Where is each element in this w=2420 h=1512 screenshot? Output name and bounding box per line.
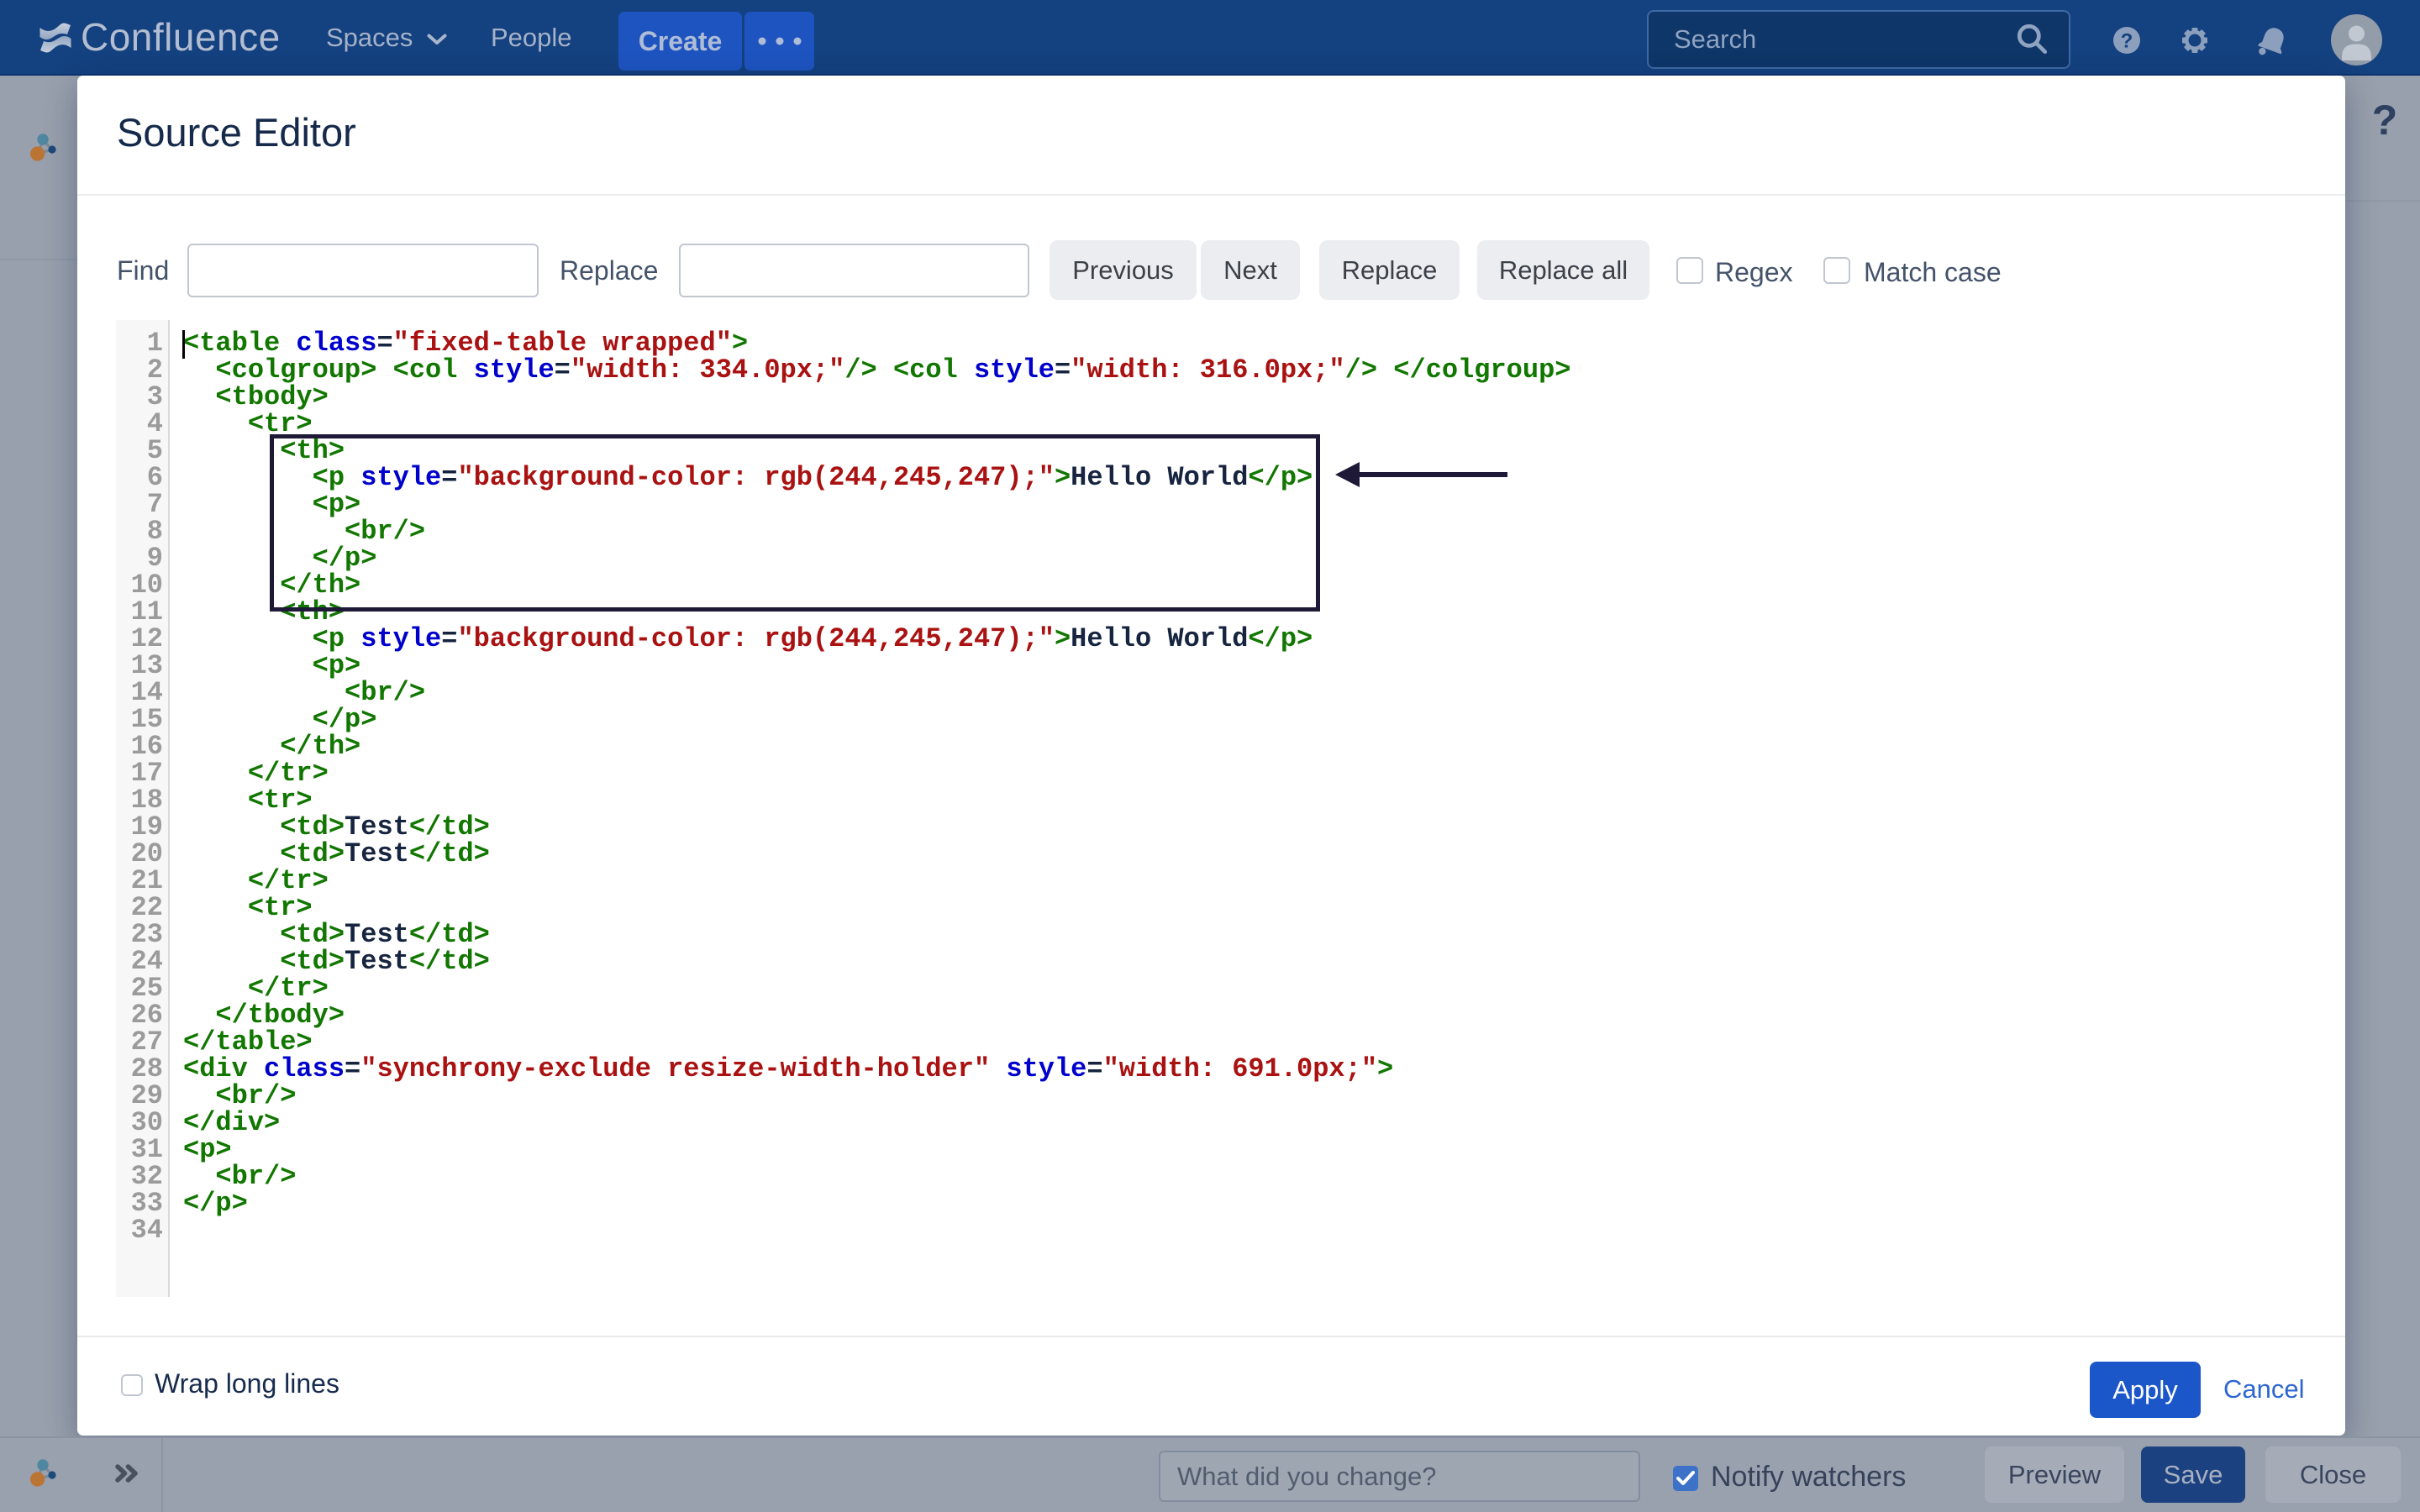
svg-text:?: ? (2121, 30, 2133, 53)
